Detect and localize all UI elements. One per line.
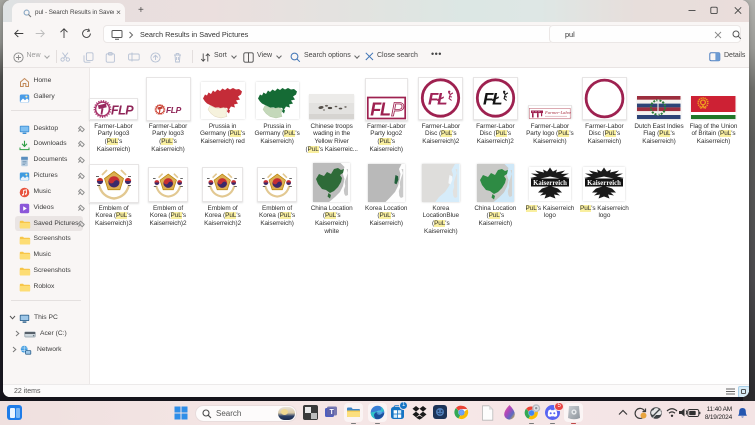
svg-text:P: P <box>391 99 404 120</box>
svg-text:FLP: FLP <box>166 105 182 115</box>
svg-text:FL: FL <box>370 99 390 119</box>
svg-text:FLP: FLP <box>111 103 134 117</box>
svg-text:Farmer-Labor: Farmer-Labor <box>544 110 571 115</box>
svg-text:Kaiserreich: Kaiserreich <box>533 179 567 186</box>
svg-text:FŁ: FŁ <box>483 90 502 109</box>
svg-text:FŁ: FŁ <box>428 90 447 109</box>
svg-text:T: T <box>330 409 335 416</box>
svg-text:Kaiserreich: Kaiserreich <box>587 179 621 186</box>
